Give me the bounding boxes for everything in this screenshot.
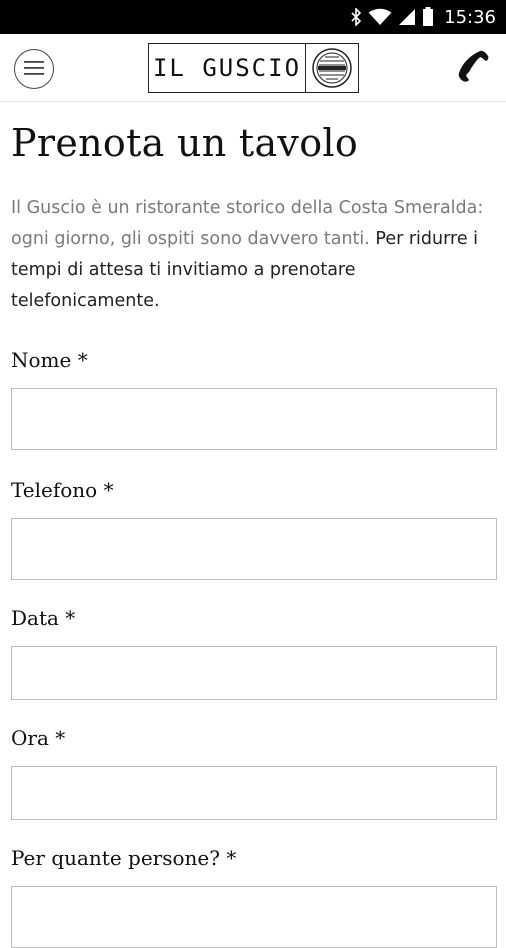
menu-button[interactable] [14, 49, 54, 89]
field-label-data: Data * [11, 606, 76, 630]
field-data: Data * [11, 604, 497, 700]
ora-input[interactable] [11, 766, 497, 820]
call-button[interactable] [454, 48, 494, 88]
nome-input[interactable] [11, 388, 497, 450]
battery-icon [422, 7, 434, 27]
data-input[interactable] [11, 646, 497, 700]
field-ora: Ora * [11, 724, 497, 820]
shell-emblem-icon [306, 44, 358, 92]
app-header: IL GUSCIO [0, 34, 506, 102]
wifi-icon [368, 8, 392, 26]
phone-icon [457, 49, 491, 87]
field-label-nome: Nome * [11, 348, 88, 372]
page-title: Prenota un tavolo [11, 121, 359, 165]
hamburger-menu-icon [24, 60, 44, 79]
field-label-persone: Per quante persone? * [11, 846, 237, 870]
intro-text: Il Guscio è un ristorante storico della … [11, 193, 497, 317]
field-label-telefono: Telefono * [11, 478, 114, 502]
logo-text: IL GUSCIO [149, 44, 306, 92]
reservation-content: Prenota un tavolo Il Guscio è un ristora… [11, 102, 497, 948]
status-time: 15:36 [444, 6, 496, 28]
field-nome: Nome * [11, 346, 497, 450]
signal-icon [398, 8, 416, 26]
status-bar: 15:36 [0, 0, 506, 34]
field-label-ora: Ora * [11, 726, 66, 750]
field-telefono: Telefono * [11, 476, 497, 580]
telefono-input[interactable] [11, 518, 497, 580]
persone-input[interactable] [11, 886, 497, 948]
field-persone: Per quante persone? * [11, 844, 497, 948]
bluetooth-icon [350, 8, 362, 26]
brand-logo[interactable]: IL GUSCIO [148, 43, 359, 93]
